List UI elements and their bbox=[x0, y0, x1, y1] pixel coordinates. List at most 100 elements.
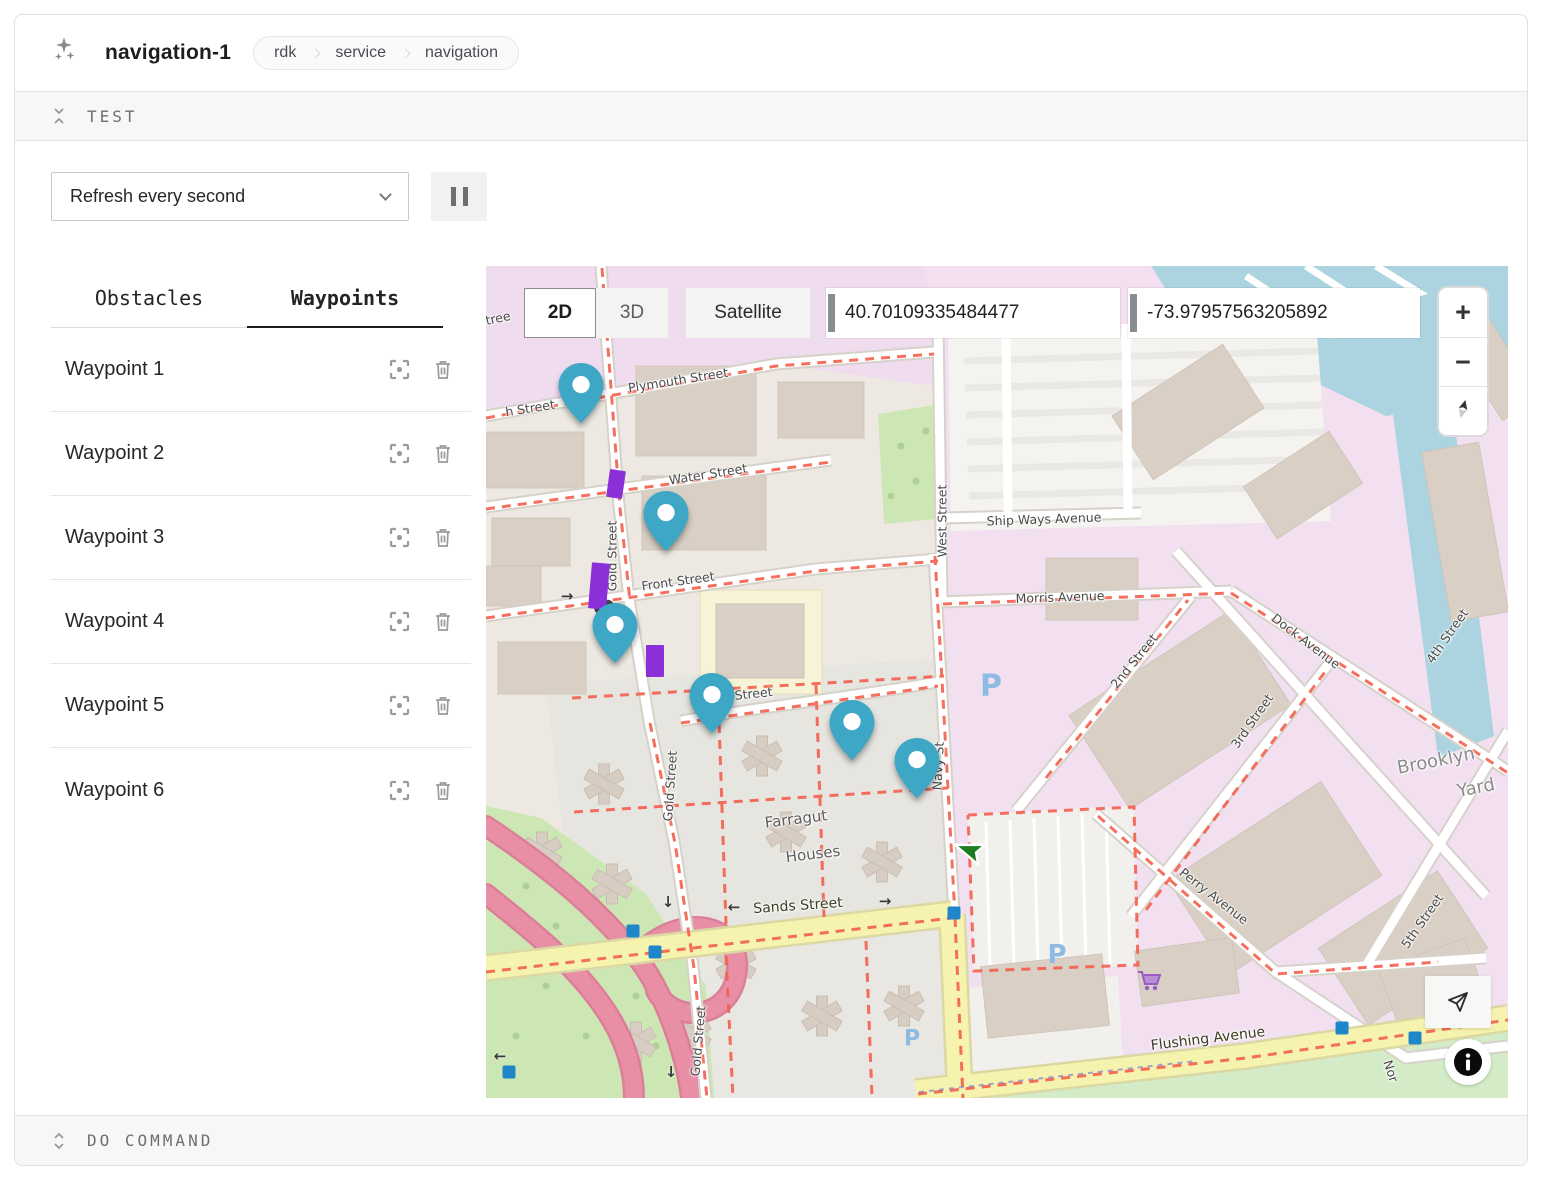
parking-icon: P bbox=[1047, 940, 1066, 970]
mode-2d-button[interactable]: 2D bbox=[524, 288, 596, 338]
trash-icon bbox=[433, 527, 453, 548]
street-label: tree bbox=[486, 308, 512, 328]
breadcrumb: rdk service navigation bbox=[253, 36, 519, 70]
pause-refresh-button[interactable] bbox=[431, 172, 487, 221]
waypoint-pin[interactable] bbox=[689, 673, 735, 733]
waypoint-row: Waypoint 5 bbox=[51, 664, 471, 748]
satellite-button[interactable]: Satellite bbox=[686, 288, 810, 338]
page-title: navigation-1 bbox=[105, 41, 231, 65]
sparkles-icon bbox=[51, 36, 83, 71]
map-attribution-button[interactable] bbox=[1445, 1039, 1491, 1085]
street-label: 5th Street bbox=[1398, 891, 1446, 951]
delete-waypoint-button[interactable] bbox=[421, 684, 465, 728]
compass-button[interactable] bbox=[1439, 386, 1487, 435]
focus-waypoint-button[interactable] bbox=[377, 684, 421, 728]
street-label: Morris Avenue bbox=[1015, 588, 1104, 606]
delete-waypoint-button[interactable] bbox=[421, 432, 465, 476]
waypoint-row: Waypoint 2 bbox=[51, 412, 471, 496]
delete-waypoint-button[interactable] bbox=[421, 516, 465, 560]
waypoint-pin[interactable] bbox=[558, 363, 604, 423]
refresh-select-value: Refresh every second bbox=[70, 186, 245, 207]
mode-3d-button[interactable]: 3D bbox=[596, 288, 668, 338]
tab-waypoints[interactable]: Waypoints bbox=[247, 286, 443, 328]
map-canvas[interactable]: treeh StreetPlymouth StreetWater StreetF… bbox=[486, 266, 1508, 1098]
waypoint-name: Waypoint 3 bbox=[51, 526, 377, 549]
focus-waypoint-button[interactable] bbox=[377, 600, 421, 644]
focus-waypoint-button[interactable] bbox=[377, 348, 421, 392]
trash-icon bbox=[433, 443, 453, 464]
street-label: h Street bbox=[504, 397, 556, 420]
traffic-signal-icon bbox=[948, 907, 961, 920]
trash-icon bbox=[433, 359, 453, 380]
waypoints-panel: Obstacles Waypoints Waypoint 1 bbox=[51, 266, 471, 1098]
waypoint-pin[interactable] bbox=[592, 603, 638, 663]
street-label: Perry Avenue bbox=[1177, 865, 1251, 928]
street-label: Sands Street bbox=[753, 895, 843, 917]
map-zoom-control: + − bbox=[1437, 286, 1489, 437]
focus-icon bbox=[389, 527, 410, 548]
street-label: Plymouth Street bbox=[627, 365, 729, 396]
waypoint-name: Waypoint 5 bbox=[51, 694, 377, 717]
delete-waypoint-button[interactable] bbox=[421, 348, 465, 392]
street-label: Gold Street bbox=[687, 1005, 708, 1077]
center-on-robot-button[interactable] bbox=[1425, 976, 1491, 1028]
street-label: Brooklyn bbox=[1395, 743, 1476, 779]
street-label: 4th Street bbox=[1423, 606, 1471, 666]
do-command-toggle[interactable]: DO COMMAND bbox=[15, 1115, 1527, 1165]
street-label: Front Street bbox=[641, 568, 716, 593]
longitude-input[interactable] bbox=[1147, 302, 1420, 324]
latitude-field bbox=[826, 288, 1120, 338]
zoom-out-button[interactable]: − bbox=[1439, 337, 1487, 386]
oneway-arrow-icon: ↓ bbox=[665, 1063, 678, 1081]
robot-location-marker bbox=[951, 832, 987, 868]
oneway-arrow-icon: → bbox=[561, 587, 574, 605]
oneway-arrow-icon: → bbox=[879, 892, 892, 910]
waypoint-name: Waypoint 2 bbox=[51, 442, 377, 465]
parking-icon: P bbox=[904, 1027, 920, 1052]
traffic-signal-icon bbox=[627, 925, 640, 938]
street-label: Dock Avenue bbox=[1269, 610, 1343, 671]
oneway-arrow-icon: ← bbox=[494, 1047, 507, 1065]
street-label: 3rd Street bbox=[1228, 691, 1276, 751]
map-mode-toggle: 2D 3D bbox=[524, 288, 668, 338]
zoom-in-button[interactable]: + bbox=[1439, 288, 1487, 337]
obstacle-marker[interactable] bbox=[606, 469, 626, 499]
traffic-signal-icon bbox=[503, 1066, 516, 1079]
parking-icon: P bbox=[980, 669, 1002, 704]
breadcrumb-item: rdk bbox=[274, 44, 296, 62]
longitude-field bbox=[1128, 288, 1420, 338]
waypoint-pin[interactable] bbox=[829, 700, 875, 760]
panel-tabs: Obstacles Waypoints bbox=[51, 286, 471, 328]
chevron-right-icon bbox=[311, 49, 321, 59]
traffic-signal-icon bbox=[1336, 1022, 1349, 1035]
waypoint-pin[interactable] bbox=[643, 491, 689, 551]
waypoint-row: Waypoint 6 bbox=[51, 748, 471, 832]
chevron-right-icon bbox=[401, 49, 411, 59]
street-label: 2nd Street bbox=[1107, 631, 1160, 692]
focus-waypoint-button[interactable] bbox=[377, 768, 421, 812]
street-label: Flushing Avenue bbox=[1150, 1024, 1266, 1054]
trash-icon bbox=[433, 611, 453, 632]
focus-waypoint-button[interactable] bbox=[377, 432, 421, 476]
focus-icon bbox=[389, 695, 410, 716]
compass-icon bbox=[1452, 398, 1474, 420]
delete-waypoint-button[interactable] bbox=[421, 768, 465, 812]
navigation-card: navigation-1 rdk service navigation TEST… bbox=[14, 14, 1528, 1166]
oneway-arrow-icon: ← bbox=[728, 898, 741, 916]
focus-waypoint-button[interactable] bbox=[377, 516, 421, 560]
focus-icon bbox=[389, 780, 410, 801]
delete-waypoint-button[interactable] bbox=[421, 600, 465, 644]
tab-obstacles[interactable]: Obstacles bbox=[51, 286, 247, 328]
test-section-toggle[interactable]: TEST bbox=[15, 91, 1527, 141]
obstacle-marker[interactable] bbox=[646, 645, 664, 677]
refresh-select[interactable]: Refresh every second bbox=[51, 172, 409, 221]
trash-icon bbox=[433, 695, 453, 716]
waypoint-pin[interactable] bbox=[894, 738, 940, 798]
latitude-input[interactable] bbox=[845, 302, 1120, 324]
street-label: Yard bbox=[1455, 774, 1496, 802]
longitude-accent-bar bbox=[1130, 294, 1137, 332]
street-label: Farragut bbox=[764, 806, 828, 831]
street-label: Gold Street bbox=[660, 750, 680, 822]
do-command-label: DO COMMAND bbox=[87, 1131, 213, 1150]
street-label: West Street bbox=[935, 485, 950, 558]
